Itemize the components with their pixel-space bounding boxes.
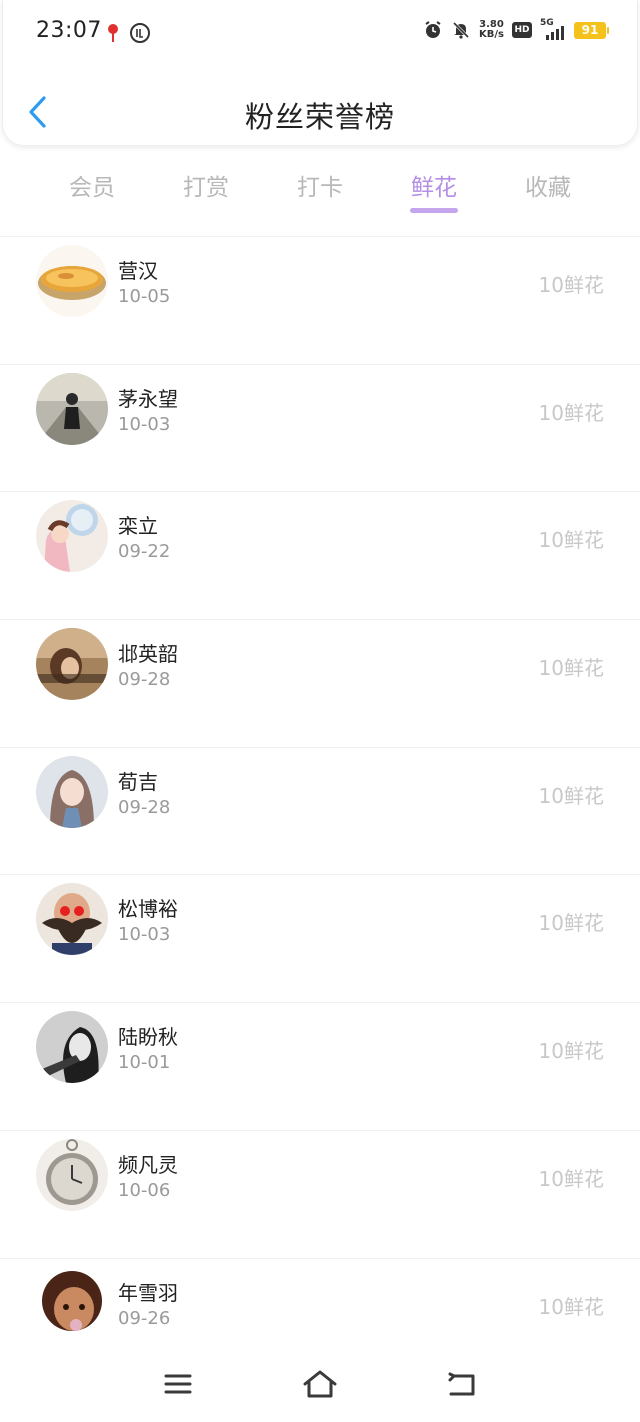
list-item[interactable]: 茅永望 10-03 10鲜花 xyxy=(0,363,640,492)
tab-favorites[interactable]: 收藏 xyxy=(503,168,593,202)
avatar[interactable] xyxy=(36,500,108,573)
cartoon-boy-avatar-icon xyxy=(36,1266,108,1339)
page-title: 粉丝荣誉榜 xyxy=(244,100,395,134)
list-item[interactable]: 栾立 09-22 10鲜花 xyxy=(0,491,640,619)
avatar[interactable] xyxy=(36,245,108,317)
woman-warm-avatar-icon xyxy=(36,628,108,701)
fan-name: 荀吉 xyxy=(118,769,158,794)
avatar[interactable] xyxy=(36,628,108,701)
flower-count: 10鲜花 xyxy=(538,1294,604,1319)
list-item[interactable]: 邶英韶 09-28 10鲜花 xyxy=(0,619,640,747)
list-item[interactable]: 频凡灵 10-06 10鲜花 xyxy=(0,1129,640,1258)
list-item[interactable]: 荀吉 09-28 10鲜花 xyxy=(0,746,640,875)
fan-date: 09-28 xyxy=(118,669,171,691)
return-icon xyxy=(448,1372,475,1396)
flower-count: 10鲜花 xyxy=(538,400,604,425)
fan-ranking-list: 营汉 10-05 10鲜花 茅永望 10-03 10鲜花 栾立 09-22 10… xyxy=(0,236,640,1385)
fan-name: 栾立 xyxy=(118,514,158,539)
avatar[interactable] xyxy=(36,372,108,445)
flower-count: 10鲜花 xyxy=(538,528,604,553)
flower-count: 10鲜花 xyxy=(538,656,604,681)
fan-date: 10-03 xyxy=(118,413,171,435)
tab-membership[interactable]: 会员 xyxy=(47,168,137,202)
person-road-avatar-icon xyxy=(36,372,108,445)
avatar[interactable] xyxy=(36,1266,108,1339)
fan-name: 邶英韶 xyxy=(118,642,178,667)
tab-tips[interactable]: 打赏 xyxy=(161,168,251,202)
avatar[interactable] xyxy=(36,883,108,956)
home-icon xyxy=(303,1370,337,1398)
flower-count: 10鲜花 xyxy=(538,1166,604,1191)
back-nav-button[interactable] xyxy=(444,1366,480,1402)
bearded-man-avatar-icon xyxy=(36,883,108,956)
cartoon-girl-avatar-icon xyxy=(36,500,108,573)
fan-date: 09-22 xyxy=(118,541,171,563)
egg-tart-avatar-icon xyxy=(36,245,108,317)
avatar[interactable] xyxy=(36,1138,108,1211)
list-item[interactable]: 松博裕 10-03 10鲜花 xyxy=(0,874,640,1002)
flower-count: 10鲜花 xyxy=(538,783,604,808)
fan-date: 10-05 xyxy=(118,286,171,307)
active-tab-indicator xyxy=(410,208,458,213)
list-item[interactable]: 营汉 10-05 10鲜花 xyxy=(0,236,640,364)
fan-name: 频凡灵 xyxy=(118,1152,178,1177)
tab-bar: 会员 打赏 打卡 鲜花 收藏 xyxy=(0,160,640,220)
fan-date: 09-26 xyxy=(118,1307,171,1329)
fan-name: 茅永望 xyxy=(118,386,178,411)
fan-date: 10-06 xyxy=(118,1179,171,1201)
fan-date: 10-01 xyxy=(118,1052,171,1074)
fan-date: 10-03 xyxy=(118,924,171,946)
avatar[interactable] xyxy=(36,755,108,828)
list-item[interactable]: 陆盼秋 10-01 10鲜花 xyxy=(0,1002,640,1130)
fan-name: 松博裕 xyxy=(118,897,178,922)
flower-count: 10鲜花 xyxy=(538,911,604,936)
flower-count: 10鲜花 xyxy=(538,1039,604,1064)
bw-woman-avatar-icon xyxy=(36,1011,108,1084)
anime-girl-avatar-icon xyxy=(36,755,108,828)
fan-name: 陆盼秋 xyxy=(118,1025,178,1050)
system-navigation-bar xyxy=(0,1352,640,1422)
fan-date: 09-28 xyxy=(118,796,171,818)
tab-flowers[interactable]: 鲜花 xyxy=(389,168,479,202)
menu-icon xyxy=(164,1374,192,1394)
flower-count: 10鲜花 xyxy=(538,273,604,297)
fan-name: 营汉 xyxy=(118,259,158,283)
pocket-watch-avatar-icon xyxy=(36,1138,108,1211)
fan-name: 年雪羽 xyxy=(118,1280,178,1305)
home-button[interactable] xyxy=(302,1366,338,1402)
tab-checkin[interactable]: 打卡 xyxy=(275,168,365,202)
avatar[interactable] xyxy=(36,1011,108,1084)
menu-button[interactable] xyxy=(160,1366,196,1402)
